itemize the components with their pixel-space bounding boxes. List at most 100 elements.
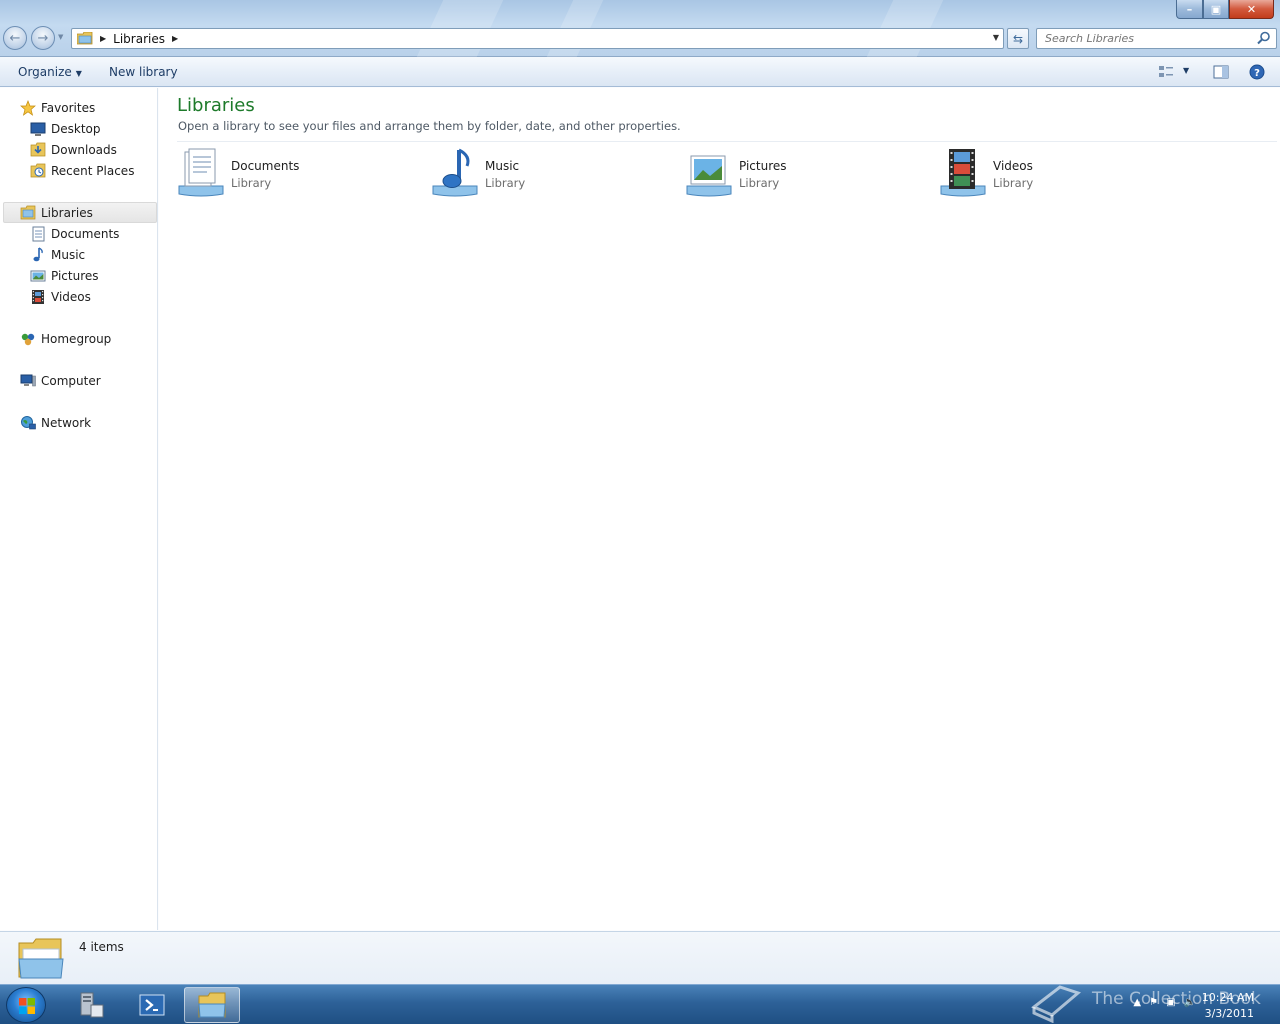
item-count: 4 items bbox=[79, 940, 124, 954]
recent-pages-dropdown[interactable]: ▼ bbox=[58, 33, 63, 41]
search-input[interactable] bbox=[1045, 29, 1255, 48]
organize-button[interactable]: Organize ▼ bbox=[18, 65, 82, 79]
details-pane: 4 items bbox=[0, 931, 1280, 984]
videos-library-icon bbox=[940, 149, 986, 197]
nav-label: Pictures bbox=[51, 268, 99, 283]
volume-icon[interactable]: 🔈 bbox=[1184, 997, 1196, 1008]
maximize-button[interactable]: ▣ bbox=[1203, 0, 1229, 19]
nav-label: Libraries bbox=[41, 205, 93, 220]
breadcrumb-separator-icon[interactable]: ▶ bbox=[172, 34, 178, 43]
breadcrumb-separator-icon[interactable]: ▶ bbox=[100, 34, 106, 43]
documents-library-icon bbox=[178, 148, 224, 197]
forward-arrow-icon: → bbox=[37, 30, 49, 46]
homegroup-icon bbox=[21, 333, 35, 345]
close-button[interactable]: ✕ bbox=[1229, 0, 1274, 19]
nav-label: Recent Places bbox=[51, 163, 135, 178]
star-icon bbox=[20, 99, 36, 116]
library-kind: Library bbox=[485, 176, 526, 190]
documents-icon bbox=[32, 226, 45, 241]
library-tile-pictures[interactable]: Pictures Library bbox=[685, 148, 925, 200]
network-status-icon[interactable]: ▣ bbox=[1166, 997, 1175, 1008]
library-kind: Library bbox=[739, 176, 780, 190]
system-tray: ▲ ⚑ ▣ 🔈 bbox=[1133, 997, 1196, 1008]
taskbar-powershell[interactable] bbox=[124, 987, 180, 1023]
clock-time: 10:24 AM bbox=[1201, 991, 1254, 1004]
back-button[interactable]: ← bbox=[3, 26, 27, 50]
change-view-icon[interactable] bbox=[1158, 64, 1174, 80]
windows-explorer-icon bbox=[198, 992, 226, 1018]
nav-homegroup[interactable]: Homegroup bbox=[20, 328, 111, 349]
library-name: Videos bbox=[993, 159, 1033, 173]
nav-item-recent-places[interactable]: Recent Places bbox=[30, 160, 134, 181]
taskbar: The Collection Book ▲ ⚑ ▣ 🔈 10:24 AM 3/3… bbox=[0, 984, 1280, 1024]
film-strip-icon bbox=[32, 289, 44, 304]
taskbar-windows-explorer[interactable] bbox=[184, 987, 240, 1023]
libraries-folder-icon bbox=[18, 938, 64, 979]
window-controls: – ▣ ✕ bbox=[1176, 0, 1274, 19]
nav-label: Network bbox=[41, 415, 92, 430]
nav-libraries[interactable]: Libraries bbox=[3, 202, 157, 223]
chevron-down-icon: ▼ bbox=[75, 69, 82, 78]
music-note-icon bbox=[33, 246, 43, 261]
back-arrow-icon: ← bbox=[9, 30, 21, 46]
navigation-pane: Favorites Desktop Downloads Recent Place… bbox=[0, 88, 158, 930]
help-icon[interactable]: ? bbox=[1249, 64, 1265, 80]
nav-label: Computer bbox=[41, 373, 101, 388]
refresh-button[interactable]: ⇆ bbox=[1007, 28, 1029, 49]
nav-item-music[interactable]: Music bbox=[30, 244, 85, 265]
nav-item-videos[interactable]: Videos bbox=[30, 286, 91, 307]
view-options-dropdown[interactable]: ▼ bbox=[1183, 66, 1189, 75]
libraries-folder-icon bbox=[20, 205, 36, 219]
downloads-folder-icon bbox=[30, 142, 46, 156]
clock[interactable]: 10:24 AM 3/3/2011 bbox=[1202, 990, 1254, 1022]
show-hidden-icons-icon[interactable]: ▲ bbox=[1133, 997, 1141, 1008]
nav-label: Homegroup bbox=[41, 331, 112, 346]
nav-label: Desktop bbox=[51, 121, 101, 136]
nav-item-downloads[interactable]: Downloads bbox=[30, 139, 117, 160]
minimize-button[interactable]: – bbox=[1176, 0, 1203, 19]
preview-pane-icon[interactable] bbox=[1213, 64, 1229, 80]
command-bar: Organize ▼ New library ▼ ? bbox=[0, 57, 1280, 87]
address-bar[interactable]: ▶ Libraries ▶ ▼ bbox=[71, 28, 1004, 49]
search-icon[interactable] bbox=[1257, 31, 1271, 45]
nav-label: Videos bbox=[51, 289, 91, 304]
nav-label: Documents bbox=[51, 226, 120, 241]
refresh-icon: ⇆ bbox=[1012, 31, 1024, 46]
search-box[interactable] bbox=[1036, 28, 1277, 49]
clock-date: 3/3/2011 bbox=[1204, 1007, 1254, 1020]
breadcrumb-libraries[interactable]: Libraries bbox=[113, 32, 165, 46]
powershell-icon bbox=[139, 994, 165, 1016]
library-tile-documents[interactable]: Documents Library bbox=[177, 148, 417, 200]
new-library-button[interactable]: New library bbox=[109, 65, 178, 79]
nav-item-pictures[interactable]: Pictures bbox=[30, 265, 99, 286]
nav-computer[interactable]: Computer bbox=[20, 370, 101, 391]
library-name: Music bbox=[485, 159, 520, 173]
address-history-dropdown[interactable]: ▼ bbox=[993, 33, 999, 42]
music-library-icon bbox=[432, 148, 478, 197]
windows-logo-icon bbox=[19, 998, 35, 1014]
window-titlebar: – ▣ ✕ ← → ▼ ▶ Libraries ▶ ▼ ⇆ bbox=[0, 0, 1280, 57]
library-kind: Library bbox=[993, 176, 1034, 190]
action-center-flag-icon[interactable]: ⚑ bbox=[1149, 997, 1158, 1008]
library-tile-videos[interactable]: Videos Library bbox=[939, 148, 1179, 200]
network-icon bbox=[21, 415, 36, 429]
recent-places-icon bbox=[30, 163, 46, 177]
nav-network[interactable]: Network bbox=[20, 412, 91, 433]
page-title: Libraries bbox=[177, 95, 255, 116]
svg-text:?: ? bbox=[1254, 68, 1260, 79]
pictures-library-icon bbox=[686, 155, 732, 197]
nav-label: Music bbox=[51, 247, 86, 262]
forward-button[interactable]: → bbox=[31, 26, 55, 50]
nav-item-desktop[interactable]: Desktop bbox=[30, 118, 101, 139]
book-logo-icon bbox=[1031, 985, 1082, 1023]
library-kind: Library bbox=[231, 176, 272, 190]
taskbar-server-manager[interactable] bbox=[62, 987, 118, 1023]
organize-label: Organize bbox=[18, 65, 72, 79]
nav-item-documents[interactable]: Documents bbox=[30, 223, 119, 244]
desktop-icon bbox=[30, 122, 46, 136]
server-manager-icon bbox=[80, 992, 104, 1018]
nav-favorites[interactable]: Favorites bbox=[20, 97, 95, 118]
start-button[interactable] bbox=[6, 987, 46, 1023]
divider bbox=[177, 141, 1277, 142]
library-tile-music[interactable]: Music Library bbox=[431, 148, 671, 200]
